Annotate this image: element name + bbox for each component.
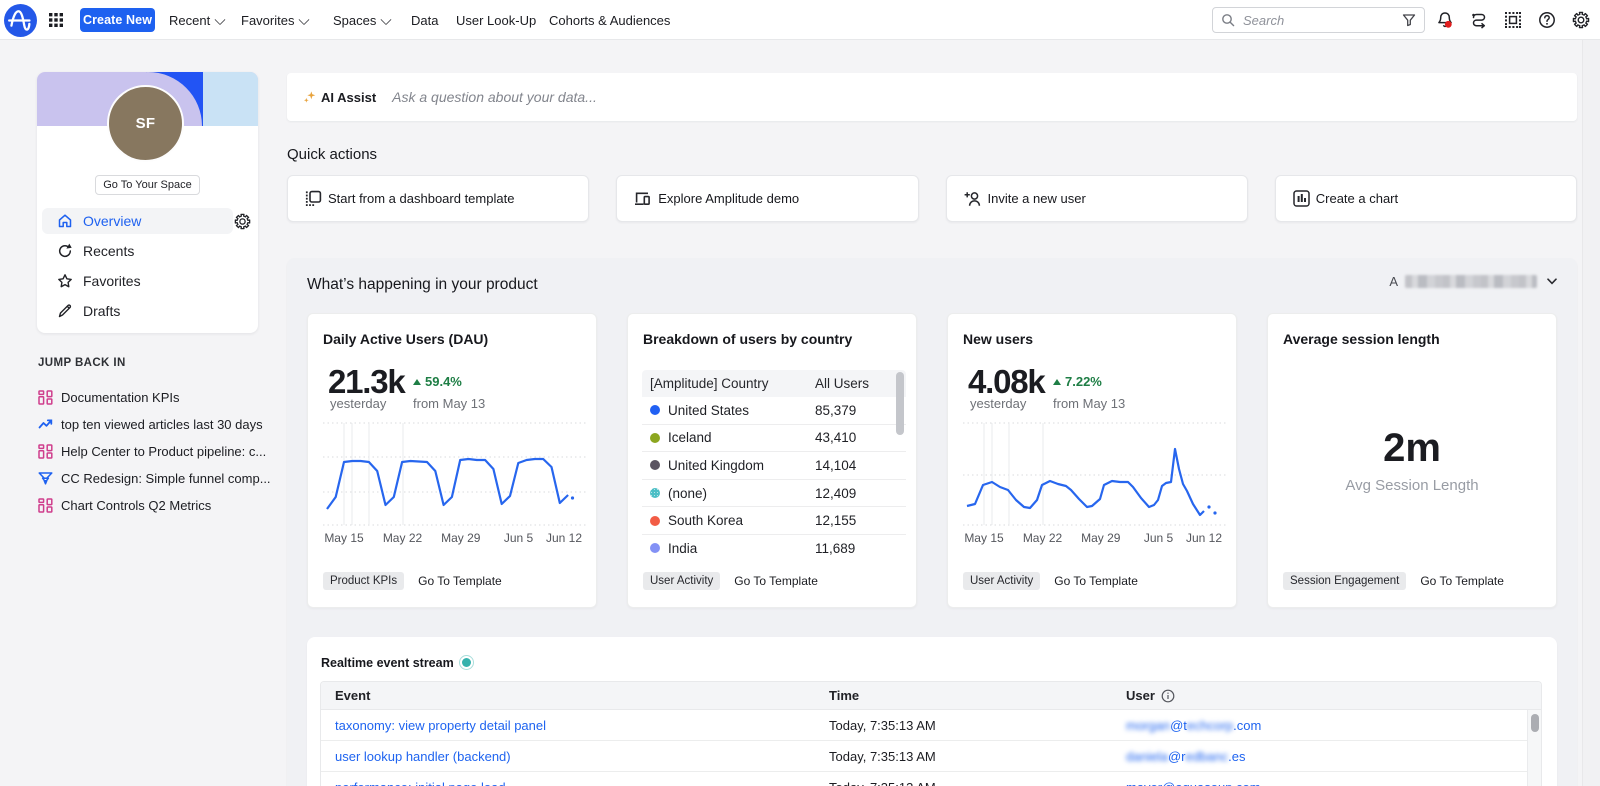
- svg-text:Jun 5: Jun 5: [1144, 531, 1174, 545]
- svg-text:Jun 12: Jun 12: [546, 531, 582, 545]
- svg-text:May 15: May 15: [964, 531, 1004, 545]
- svg-text:May 29: May 29: [1081, 531, 1121, 545]
- svg-text:May 22: May 22: [383, 531, 423, 545]
- svg-text:Jun 5: Jun 5: [504, 531, 534, 545]
- svg-text:May 15: May 15: [324, 531, 364, 545]
- svg-text:Jun 12: Jun 12: [1186, 531, 1222, 545]
- svg-text:May 29: May 29: [441, 531, 481, 545]
- svg-text:May 22: May 22: [1023, 531, 1063, 545]
